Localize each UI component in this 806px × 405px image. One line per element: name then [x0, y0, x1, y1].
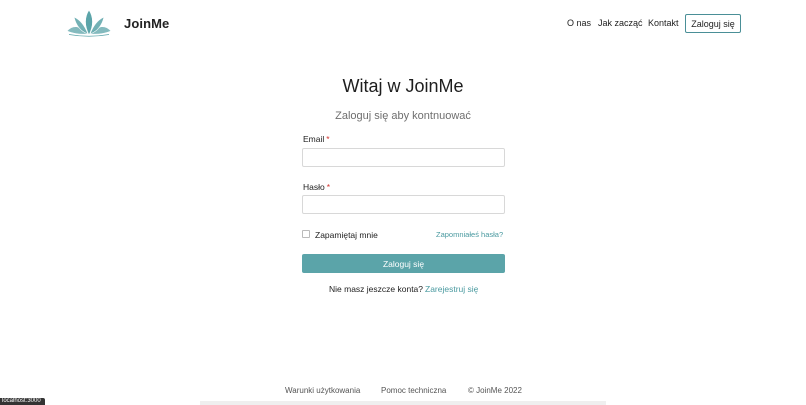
footer-help-link[interactable]: Pomoc techniczna	[381, 386, 446, 395]
login-submit-button[interactable]: Zaloguj się	[302, 254, 505, 273]
email-label: Email *	[303, 134, 330, 144]
password-label-text: Hasło	[303, 182, 325, 192]
nav-link-contact[interactable]: Kontakt	[648, 18, 679, 28]
brand-name[interactable]: JoinMe	[124, 16, 169, 31]
header-login-button[interactable]: Zaloguj się	[685, 14, 741, 33]
browser-status-url: localhost:3000	[0, 398, 45, 405]
email-field[interactable]	[302, 148, 505, 167]
required-marker: *	[326, 182, 331, 192]
nav-link-how-to-start[interactable]: Jak zacząć	[598, 18, 643, 28]
remember-me-label[interactable]: Zapamiętaj mnie	[315, 230, 378, 240]
email-label-text: Email	[303, 134, 325, 144]
password-label: Hasło *	[303, 182, 330, 192]
footer-copyright: © JoinMe 2022	[468, 386, 522, 395]
required-marker: *	[326, 134, 330, 144]
lotus-icon[interactable]	[66, 9, 112, 37]
register-link[interactable]: Zarejestruj się	[425, 284, 478, 294]
remember-me-checkbox[interactable]	[302, 230, 310, 238]
nav-link-about[interactable]: O nas	[567, 18, 591, 28]
password-field[interactable]	[302, 195, 505, 214]
footer-shadow	[200, 401, 606, 405]
footer-terms-link[interactable]: Warunki użytkowania	[285, 386, 360, 395]
page-title: Witaj w JoinMe	[342, 76, 464, 96]
no-account-text: Nie masz jeszcze konta?	[329, 284, 424, 294]
page-subtitle: Zaloguj się aby kontnuować	[335, 110, 471, 122]
forgot-password-link[interactable]: Zapomniałeś hasła?	[436, 230, 503, 239]
site-header: JoinMe O nas Jak zacząć Kontakt Zaloguj …	[0, 0, 806, 48]
